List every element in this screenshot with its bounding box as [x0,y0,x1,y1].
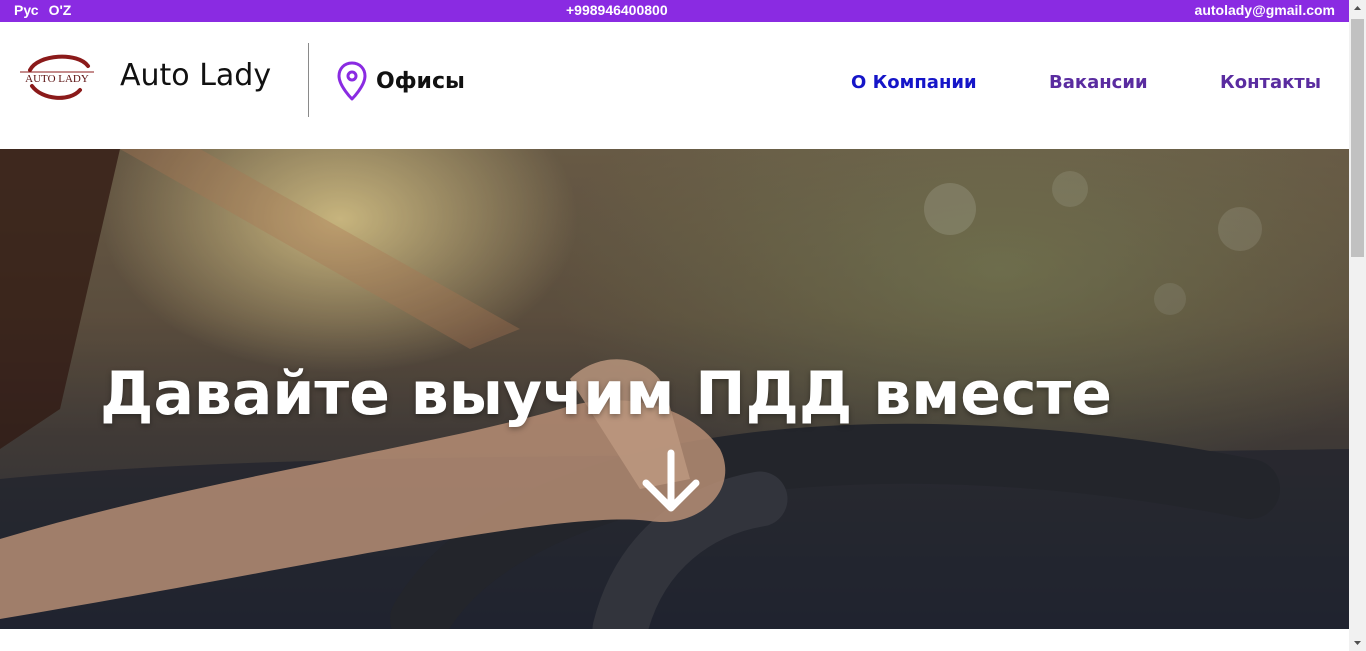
email-link[interactable]: autolady@gmail.com [1195,2,1335,18]
offices-label: Офисы [376,68,465,94]
scroll-up-icon[interactable] [1349,0,1366,17]
header-divider [308,43,309,117]
offices-link[interactable]: Офисы [336,60,465,102]
scrollbar-thumb[interactable] [1351,19,1364,257]
page-scrollbar[interactable] [1349,0,1366,651]
nav-about-company[interactable]: О Компании [851,72,977,93]
logo-wordmark: AUTO LADY [25,73,89,85]
hero-banner: Давайте выучим ПДД вместе [0,149,1349,629]
brand-name[interactable]: Auto Lady [120,58,271,93]
site-header: AUTO LADY Auto Lady Офисы О Компании Вак… [0,22,1349,149]
hero-headline: Давайте выучим ПДД вместе [100,359,1113,429]
phone-link[interactable]: +998946400800 [566,2,668,18]
site-logo[interactable]: AUTO LADY [18,50,96,102]
lang-uz-link[interactable]: O'Z [49,2,72,18]
nav-vacancies[interactable]: Вакансии [1049,72,1148,93]
nav-contacts[interactable]: Контакты [1220,72,1321,93]
top-info-bar: Рус O'Z +998946400800 autolady@gmail.com [0,0,1349,22]
lang-ru-link[interactable]: Рус [14,2,39,18]
arrow-down-icon[interactable] [640,449,702,513]
map-pin-icon [337,61,367,101]
language-switcher: Рус O'Z [14,2,71,18]
scroll-down-icon[interactable] [1349,634,1366,651]
